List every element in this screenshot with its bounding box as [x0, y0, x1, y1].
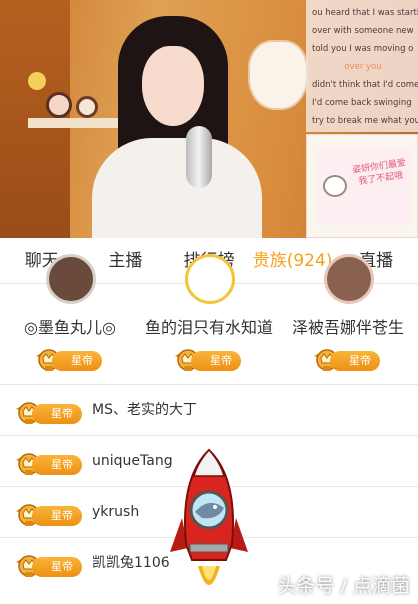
- member-name: MS、老实的大丁: [92, 402, 197, 418]
- nobility-badge: 星帝: [312, 344, 382, 372]
- badge-label: 星帝: [32, 455, 82, 475]
- doll-decoration: [76, 96, 98, 118]
- doll-decoration: [46, 92, 72, 118]
- fan-name: 鱼的泪只有水知道: [144, 318, 273, 337]
- lyric-line: ou heard that I was startin: [312, 8, 418, 18]
- badge-label: 星帝: [191, 351, 241, 371]
- tab-nobility[interactable]: 贵族(924): [251, 238, 335, 284]
- streamer-face: [142, 46, 204, 126]
- lyric-line: told you I was moving o: [312, 44, 414, 54]
- avatar[interactable]: [185, 254, 235, 304]
- avatar[interactable]: [324, 254, 374, 304]
- flower-decoration: [28, 72, 46, 90]
- badge-label: 星帝: [330, 351, 380, 371]
- lyrics-overlay: ou heard that I was startin over with so…: [306, 0, 418, 132]
- top-fan-card[interactable]: 鱼的泪只有水知道 星帝: [139, 254, 279, 384]
- fan-name: ◎墨鱼丸儿◎: [24, 318, 116, 337]
- lyric-line: didn't think that I'd come: [312, 80, 418, 90]
- top-fan-card[interactable]: 泽被吾娜伴苍生 星帝: [278, 254, 418, 384]
- nobility-badge: 星帝: [14, 550, 84, 578]
- list-item[interactable]: 星帝 MS、老实的大丁: [0, 384, 418, 435]
- fan-name: 泽被吾娜伴苍生: [291, 318, 404, 337]
- nobility-badge: 星帝: [34, 344, 104, 372]
- tab-host[interactable]: 主播: [84, 238, 168, 284]
- microphone: [186, 126, 212, 188]
- streamer-body: [92, 138, 262, 238]
- sheep-icon: [323, 175, 347, 197]
- nobility-badge: 星帝: [173, 344, 243, 372]
- nobility-badge: 星帝: [14, 397, 84, 425]
- top-fans-grid: ◎墨鱼丸儿◎ 星帝 鱼的泪只有水知道 星帝 泽被吾娜伴苍生 星帝: [0, 254, 418, 384]
- nobility-badge: 星帝: [14, 499, 84, 527]
- member-name: 凯凯兔1106: [92, 555, 170, 571]
- member-name: uniqueTang: [92, 453, 173, 469]
- nobility-badge: 星帝: [14, 448, 84, 476]
- badge-label: 星帝: [32, 557, 82, 577]
- plush-toy: [248, 40, 308, 110]
- badge-label: 星帝: [32, 506, 82, 526]
- gift-card-overlay: 姿妍你们最爱我了不起哦: [306, 134, 418, 238]
- badge-label: 星帝: [52, 351, 102, 371]
- top-fan-card[interactable]: ◎墨鱼丸儿◎ 星帝: [0, 254, 140, 384]
- live-room-screen: ou heard that I was startin over with so…: [0, 0, 418, 604]
- member-name: ykrush: [92, 504, 140, 520]
- lyric-line: I'd come back swinging: [312, 98, 412, 108]
- lyric-line: try to break me what you: [312, 116, 418, 126]
- rocket-icon: [170, 448, 248, 585]
- badge-label: 星帝: [32, 404, 82, 424]
- avatar[interactable]: [46, 254, 96, 304]
- lyric-line-highlight: over you: [344, 62, 382, 72]
- watermark-text: 头条号 / 点滴菌: [277, 575, 410, 597]
- live-video-stream[interactable]: ou heard that I was startin over with so…: [0, 0, 418, 238]
- lyric-line: over with someone new: [312, 26, 414, 36]
